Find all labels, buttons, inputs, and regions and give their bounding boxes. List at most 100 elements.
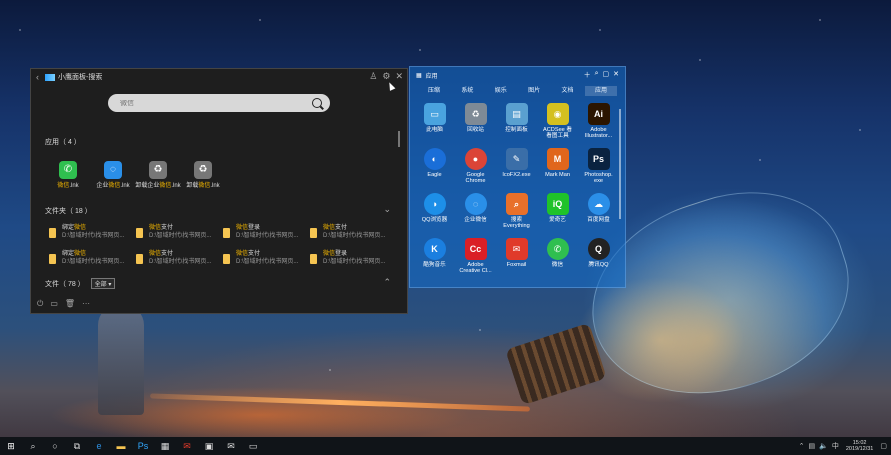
app-shortcut[interactable]: ✎ IcoFX2.exe [496,147,537,192]
app-result[interactable]: ◌ 企业微信.lnk [90,161,136,190]
folder-name: 微信登录 [323,251,385,259]
app-shortcut[interactable]: K 酷狗音乐 [414,237,455,282]
start-icon[interactable]: ⊞ [0,437,22,455]
search-icon[interactable]: ⌕ [595,70,599,80]
folder-icon [49,254,56,264]
notification-icon[interactable]: ▢ [880,442,887,450]
terminal-icon[interactable]: ▭ [242,437,264,455]
wework-icon: ◌ [464,193,487,215]
app-result[interactable]: ♻ 卸载企业微信.lnk [135,161,181,190]
app-shortcut[interactable]: M Mark Man [537,147,578,192]
folder-result[interactable]: 绑定微信 D:\智域时代\找书网页... [49,225,129,243]
app-shortcut[interactable]: ⌕ 搜索 Everything [496,192,537,237]
folder-result[interactable]: 绑定微信 D:\智域时代\找书网页... [49,251,129,269]
app-result[interactable]: ✆ 微信.lnk [45,161,91,190]
tab-1[interactable]: 系统 [451,86,483,96]
tab-5[interactable]: 应用 [584,86,617,96]
app-shortcut[interactable]: ◌ 企业微信 [455,192,496,237]
folder-result[interactable]: 微信登录 D:\智域时代\找书网页... [223,225,303,243]
folder-result[interactable]: 微信支付 D:\智域时代\找书网页... [310,225,390,243]
cortana-icon[interactable]: ○ [44,437,66,455]
folder-info: 微信登录 D:\智域时代\找书网页... [236,225,298,243]
folder-result[interactable]: 微信支付 D:\智域时代\找书网页... [136,251,216,269]
foxmail-icon[interactable]: ✉ [176,437,198,455]
search-box[interactable] [108,94,330,112]
power-icon[interactable]: ⏻ [37,299,43,309]
computer-icon: ▭ [423,103,446,125]
file-filter-select[interactable]: 全部 ▾ [90,278,116,289]
highlight-text: 微信 [74,225,87,231]
photos-icon[interactable]: ▣ [198,437,220,455]
app-shortcut[interactable]: ● Google Chrome [455,147,496,192]
add-icon[interactable]: ＋ [584,70,591,80]
scrollbar[interactable] [398,131,400,147]
app-shortcut[interactable]: ◑ QQ浏览器 [414,192,455,237]
app-shortcut[interactable]: ♻ 回收站 [455,102,496,147]
clock[interactable]: 15:02 2019/12/31 [846,440,874,452]
edge-icon[interactable]: e [88,437,110,455]
app-shortcut[interactable]: ◐ Eagle [414,147,455,192]
highlight-text: 微信 [149,251,162,257]
folder-result[interactable]: 微信支付 D:\智域时代\找书网页... [223,251,303,269]
app-shortcut[interactable]: Cc Adobe Creative Cl... [455,237,496,282]
tab-0[interactable]: 压缩 [418,86,450,96]
app-result[interactable]: ♻ 卸载微信.lnk [180,161,226,190]
app-shortcut-label: Adobe Illustrator... [584,127,613,140]
tab-4[interactable]: 文档 [552,86,584,96]
app-shortcut[interactable]: ▭ 此电脑 [414,102,455,147]
app-shortcut[interactable]: Q 腾讯QQ [578,237,619,282]
highlight-text: 微信 [198,183,211,189]
files-section-header: 文件（ 78 ） 全部 ▾ [45,278,116,289]
recycle-bin-icon: ♻ [194,161,212,179]
name-text: 卸载企业 [135,183,160,189]
trash-icon[interactable]: 🗑 [65,299,75,309]
app-shortcut-label: Adobe Creative Cl... [459,262,492,275]
search-input[interactable] [116,99,312,107]
wechat-icon: ✆ [59,161,77,179]
window-icon[interactable]: ▢ [603,70,610,80]
mail-icon[interactable]: ✉ [220,437,242,455]
folder-result[interactable]: 微信登录 D:\智域时代\找书网页... [310,251,390,269]
photoshop-icon[interactable]: Ps [132,437,154,455]
file-explorer-icon[interactable]: ▬ [110,437,132,455]
folder-result[interactable]: 微信支付 D:\智域时代\找书网页... [136,225,216,243]
app-label: 微信.lnk [45,183,91,190]
search-icon[interactable] [312,98,322,108]
close-icon[interactable]: ✕ [395,71,403,82]
app-shortcut[interactable]: ◉ ACDSee 看 看图工具 [537,102,578,147]
folder-name: 微信登录 [236,225,298,233]
app-shortcut[interactable]: ✆ 微信 [537,237,578,282]
network-icon[interactable]: ▤ [809,442,816,450]
close-icon[interactable]: ✕ [613,70,619,80]
tab-2[interactable]: 娱乐 [485,86,517,96]
task-view-icon[interactable]: ⧉ [66,437,88,455]
calculator-icon[interactable]: ▦ [154,437,176,455]
app-shortcut[interactable]: Ai Adobe Illustrator... [578,102,619,147]
highlight-text: 微信 [236,225,249,231]
app-shortcut[interactable]: ▤ 控制面板 [496,102,537,147]
app-shortcut-label: 回收站 [467,127,484,133]
monitor-icon[interactable]: ▭ [50,299,58,309]
app-shortcut[interactable]: ✉ Foxmail [496,237,537,282]
iqiyi-icon: iQ [546,193,569,215]
name-text: 卸载 [186,183,199,189]
folder-info: 微信支付 D:\智域时代\找书网页... [236,251,298,269]
chevron-up-icon[interactable]: ⌃ [383,277,391,288]
app-shortcut[interactable]: iQ 爱奇艺 [537,192,578,237]
tray-arrow-icon[interactable]: ⌃ [799,442,805,450]
search-icon[interactable]: ⌕ [22,437,44,455]
taskbar: ⊞ ⌕ ○ ⧉ e ▬ Ps ▦ ✉ ▣ ✉ ▭ ⌃ ▤ 🔈 中 15:02 2… [0,437,891,455]
app-shortcut[interactable]: ☁ 百度网盘 [578,192,619,237]
settings-icon[interactable]: ⚙ [382,71,390,82]
back-icon[interactable]: ‹ [36,72,39,82]
volume-icon[interactable]: 🔈 [819,442,828,450]
skin-icon[interactable]: ♙ [369,71,377,82]
more-icon[interactable]: ··· [82,299,90,309]
scrollbar[interactable] [619,109,621,219]
tab-3[interactable]: 图片 [518,86,550,96]
apps-window: ▦ 应用 ＋ ⌕ ▢ ✕ 压缩 系统 娱乐 图片 文档 应用 ▭ 此电脑 ♻ 回收站 ▤ 控制面板 ◉… [409,66,626,288]
grid-icon: ▦ [416,72,422,79]
chevron-down-icon[interactable]: ⌄ [383,204,391,215]
input-method-icon[interactable]: 中 [832,441,839,451]
app-shortcut[interactable]: Ps Photoshop. exe [578,147,619,192]
